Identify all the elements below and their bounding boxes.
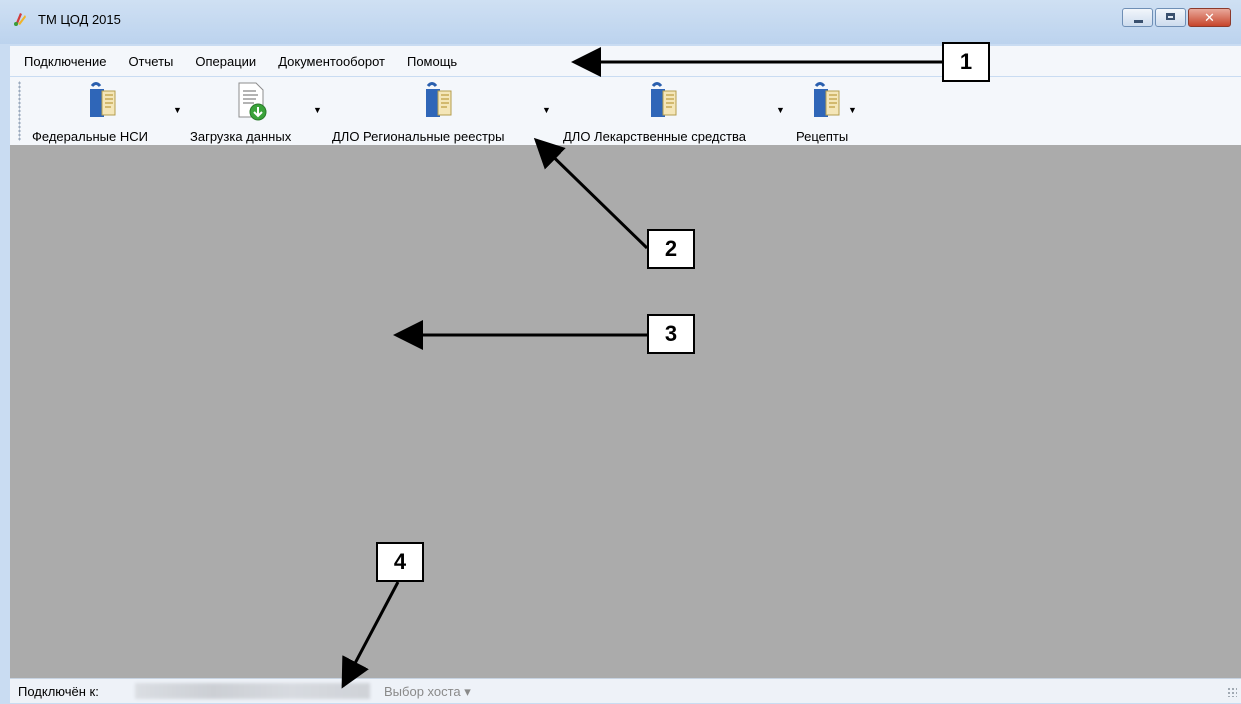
title-bar[interactable]: ТМ ЦОД 2015 ✕ xyxy=(0,0,1241,44)
chevron-down-icon[interactable]: ▼ xyxy=(542,105,551,115)
mdi-client-area[interactable] xyxy=(10,145,1241,678)
package-book-icon xyxy=(651,82,677,117)
toolbar-button-federal-nsi[interactable]: ▼ Федеральные НСИ xyxy=(30,81,190,144)
host-select-dropdown[interactable]: Выбор хоста ▾ xyxy=(384,684,471,700)
window-title: ТМ ЦОД 2015 xyxy=(38,12,121,27)
chevron-down-icon[interactable]: ▼ xyxy=(848,105,857,115)
toolbar-button-label: Загрузка данных xyxy=(190,129,292,144)
package-book-icon xyxy=(426,82,452,117)
maximize-icon xyxy=(1166,13,1175,20)
close-button[interactable]: ✕ xyxy=(1188,8,1231,27)
toolbar-button-label: ДЛО Лекарственные средства xyxy=(563,129,746,144)
toolbar-button-dlo-regional-registers[interactable]: ▼ ДЛО Региональные реестры xyxy=(332,81,564,144)
callout-4: 4 xyxy=(376,542,424,582)
minimize-button[interactable] xyxy=(1122,8,1153,27)
maximize-button[interactable] xyxy=(1155,8,1186,27)
toolbar-button-label: Рецепты xyxy=(796,129,849,144)
callout-1: 1 xyxy=(942,42,990,82)
app-window: ТМ ЦОД 2015 ✕ Подключение Отчеты Операци… xyxy=(0,0,1241,704)
package-book-icon xyxy=(814,82,840,117)
toolbar-button-label: ДЛО Региональные реестры xyxy=(332,129,505,144)
chevron-down-icon[interactable]: ▼ xyxy=(173,105,182,115)
app-icon xyxy=(14,13,26,26)
toolbar-grip[interactable] xyxy=(18,81,21,141)
window-controls: ✕ xyxy=(1120,8,1231,27)
menu-item-document-flow[interactable]: Документооборот xyxy=(274,52,389,71)
menu-bar: Подключение Отчеты Операции Документообо… xyxy=(10,46,1241,76)
close-icon: ✕ xyxy=(1204,10,1215,25)
minimize-icon xyxy=(1134,20,1143,23)
resize-grip[interactable] xyxy=(1227,687,1237,697)
menu-item-help[interactable]: Помощь xyxy=(403,52,461,71)
status-host-value xyxy=(135,683,370,699)
status-connected-label: Подключён к: xyxy=(18,684,99,699)
package-book-icon xyxy=(90,82,116,117)
menu-item-connection[interactable]: Подключение xyxy=(20,52,110,71)
document-download-icon xyxy=(238,82,267,121)
callout-3: 3 xyxy=(647,314,695,354)
chevron-down-icon[interactable]: ▼ xyxy=(313,105,322,115)
callout-2: 2 xyxy=(647,229,695,269)
status-bar: Подключён к: Выбор хоста ▾ xyxy=(10,678,1241,703)
toolbar: ▼ Федеральные НСИ ▼ Загрузка данных ▼ ДЛ… xyxy=(10,77,1241,145)
toolbar-button-dlo-medicines[interactable]: ▼ ДЛО Лекарственные средства xyxy=(563,81,795,144)
menu-item-reports[interactable]: Отчеты xyxy=(124,52,177,71)
menu-item-operations[interactable]: Операции xyxy=(191,52,260,71)
toolbar-button-label: Федеральные НСИ xyxy=(32,129,148,144)
toolbar-button-prescriptions[interactable]: ▼ Рецепты xyxy=(794,81,874,144)
chevron-down-icon[interactable]: ▼ xyxy=(776,105,785,115)
toolbar-button-data-loading[interactable]: ▼ Загрузка данных xyxy=(190,81,322,144)
